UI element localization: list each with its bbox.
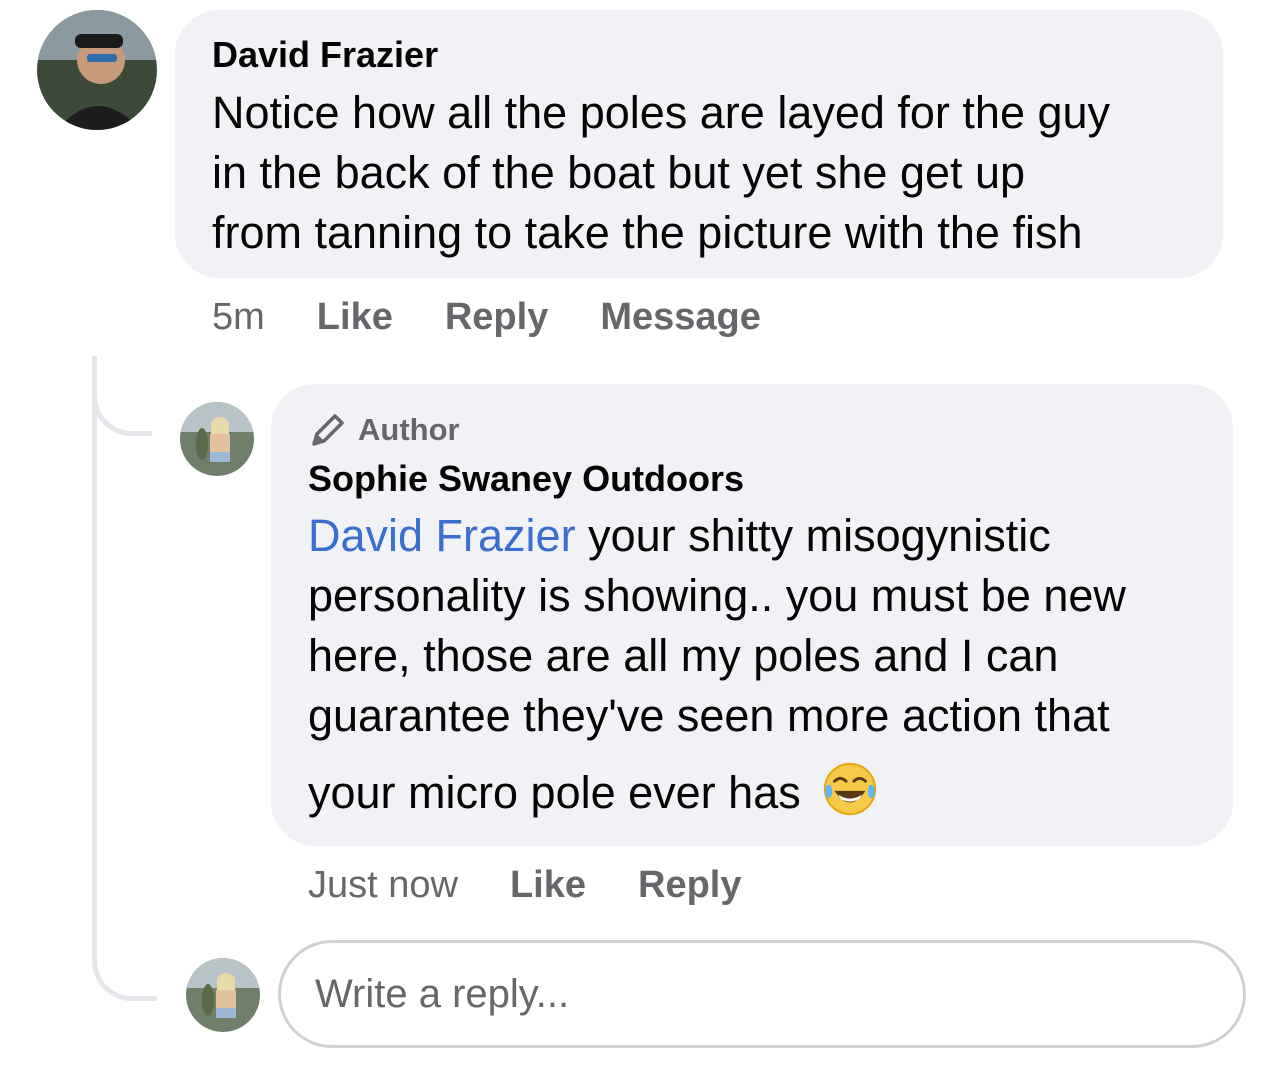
reply-reply-button[interactable]: Reply	[638, 864, 741, 907]
reply-text-line-2: personality is showing.. you must be new	[308, 570, 1126, 621]
reply-text-line-3: here, those are all my poles and I can	[308, 630, 1059, 681]
reply-text-last: your micro pole ever has	[308, 767, 801, 818]
reply-input[interactable]: Write a reply...	[278, 940, 1246, 1048]
reply-like-button[interactable]: Like	[510, 864, 586, 907]
comment-reply-button[interactable]: Reply	[445, 296, 548, 339]
pencil-icon	[312, 414, 344, 446]
composer-avatar	[186, 958, 260, 1032]
tears-of-joy-emoji-icon	[824, 762, 877, 816]
comment-text-line-3: from tanning to take the picture with th…	[212, 207, 1083, 258]
comment-timestamp: 5m	[212, 296, 265, 338]
reply-text-line-1: David Frazier your shitty misogynistic	[308, 506, 1051, 566]
comment-like-button[interactable]: Like	[317, 296, 393, 339]
reply-input-placeholder: Write a reply...	[315, 971, 570, 1016]
thread-connector-line	[92, 356, 157, 1001]
reply-text-line-4: guarantee they've seen more action that	[308, 690, 1110, 741]
reply-author-name[interactable]: Sophie Swaney Outdoors	[308, 458, 744, 500]
mention-david-frazier[interactable]: David Frazier	[308, 510, 576, 561]
reply-text-line-5: your micro pole ever has	[308, 760, 879, 823]
author-badge-label: Author	[358, 412, 460, 447]
author-badge: Author	[308, 410, 460, 450]
comment-actions: 5m Like Reply Message	[212, 296, 761, 339]
comment-author-name[interactable]: David Frazier	[212, 34, 438, 76]
reply-text-first: your shitty misogynistic	[575, 510, 1051, 561]
avatar-david-frazier[interactable]	[37, 10, 157, 130]
reply-timestamp: Just now	[308, 864, 458, 906]
comment-text-line-1: Notice how all the poles are layed for t…	[212, 87, 1111, 138]
comment-message-button[interactable]: Message	[600, 296, 761, 339]
reply-actions: Just now Like Reply	[308, 864, 742, 907]
avatar-sophie-swaney[interactable]	[180, 402, 254, 476]
comment-text-line-2: in the back of the boat but yet she get …	[212, 147, 1026, 198]
